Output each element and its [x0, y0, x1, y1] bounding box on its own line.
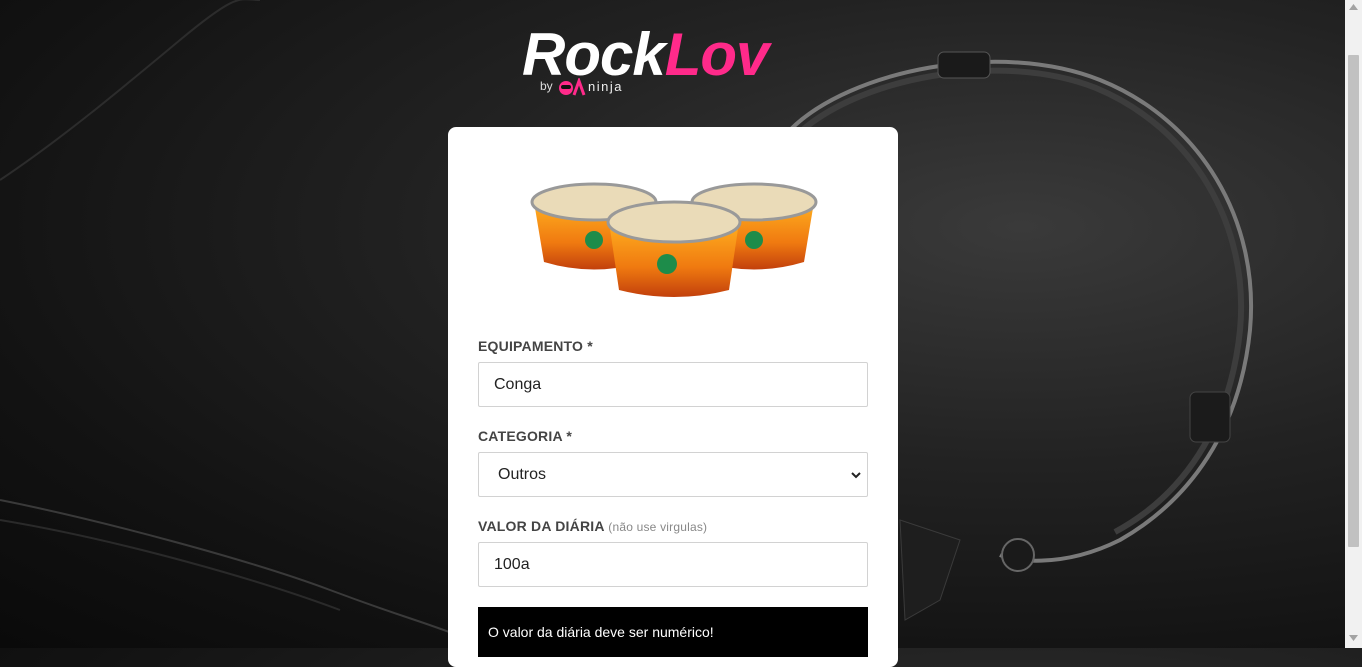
category-select[interactable]: Outros: [478, 452, 868, 497]
equipment-input[interactable]: Conga: [478, 362, 868, 407]
rocklov-logo: RockLov by ninja: [522, 22, 842, 102]
daily-price-hint: (não use virgulas): [608, 520, 708, 534]
error-alert: O valor da diária deve ser numérico!: [478, 607, 868, 657]
bongo-drums-image[interactable]: [524, 172, 824, 307]
logo-ninja-text: ninja: [588, 79, 623, 94]
logo-by-text: by: [540, 79, 553, 93]
category-selected-value: Outros: [498, 466, 547, 483]
daily-price-label: VALOR DA DIÁRIA (não use virgulas): [478, 518, 707, 534]
scroll-down-arrow-icon[interactable]: [1349, 635, 1358, 641]
scroll-thumb[interactable]: [1348, 55, 1359, 547]
category-label: CATEGORIA *: [478, 428, 572, 444]
equipment-label: EQUIPAMENTO *: [478, 338, 593, 354]
daily-price-input[interactable]: 100a: [478, 542, 868, 587]
page-scrollbar[interactable]: [1345, 0, 1362, 648]
logo-lov-text: Lov: [664, 21, 770, 88]
chevron-down-icon: [851, 472, 861, 479]
daily-price-label-text: VALOR DA DIÁRIA: [478, 518, 605, 534]
equipment-form-card: EQUIPAMENTO * Conga CATEGORIA * Outros V…: [448, 127, 898, 667]
scroll-up-arrow-icon[interactable]: [1349, 4, 1358, 10]
logo-rock-text: Rock: [522, 21, 666, 88]
qa-ninja-mask-icon: [559, 78, 586, 96]
